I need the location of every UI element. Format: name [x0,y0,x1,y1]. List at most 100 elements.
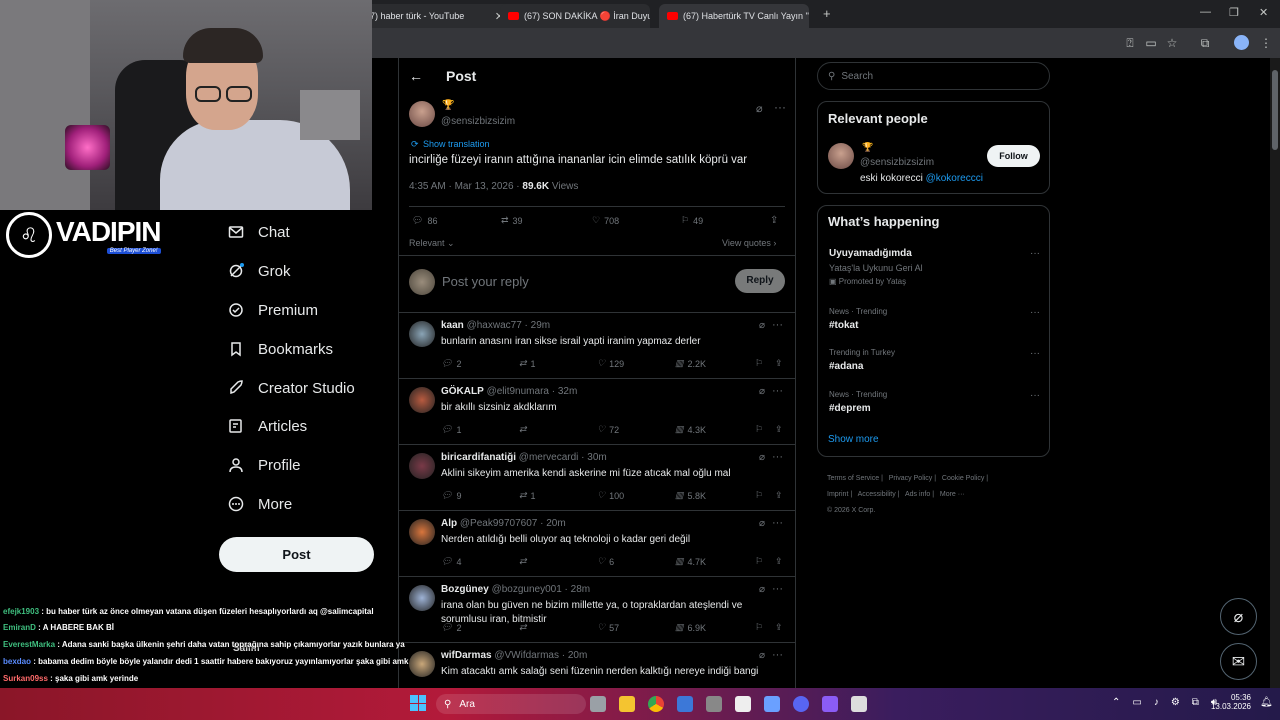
task-view-icon[interactable] [590,696,606,712]
repost-count[interactable]: ⇄ [519,424,597,435]
grok-fab[interactable]: ⌀ [1220,598,1257,635]
browser-menu-icon[interactable]: ⋮ [1257,34,1275,52]
translate-icon[interactable]: ⍰ [1121,34,1139,52]
reply-stat[interactable]: 💬︎ 86 [412,215,437,226]
bookmark-icon[interactable]: ⚐ [755,358,775,369]
footer-link[interactable]: Cookie Policy [942,475,984,482]
like-count[interactable]: ♡ 72 [597,424,675,435]
footer-link[interactable]: More ··· [940,491,965,498]
search-input[interactable]: ⚲ Search [817,62,1050,90]
like-count[interactable]: ♡ 57 [597,622,675,633]
nav-item-grok[interactable]: Grok [228,257,291,285]
bookmark-icon[interactable]: ⚐ [755,622,775,633]
nav-item-bookmarks[interactable]: Bookmarks [228,335,333,363]
reply-item[interactable]: kaan @haxwac77 · 29m ⌀ ··· bunlarin anasını… [399,313,795,379]
taskbar-app-icon[interactable] [822,696,838,712]
nav-item-more[interactable]: More [228,490,292,518]
reply-count[interactable]: 💬︎ 2 [441,358,519,369]
taskbar-app-icon[interactable] [735,696,751,712]
trend-item[interactable]: Trending in Turkey #adana ··· [829,348,1040,372]
bookmark-icon[interactable]: ⚐ [755,424,775,435]
share-icon[interactable]: ⇪ [775,622,783,633]
view-count[interactable]: ▥ 5.8K [675,490,755,501]
reply-author[interactable]: wifDarmas @VWifdarmas · 20m [441,650,587,661]
chrome-icon[interactable] [648,696,664,712]
taskbar-clock[interactable]: 05:36 13.03.2026 [1205,693,1251,711]
view-quotes-link[interactable]: View quotes › [722,238,776,248]
reply-item[interactable]: wifDarmas @VWifdarmas · 20m ⌀ ··· Kim ataca… [399,643,795,688]
footer-link[interactable]: Imprint [827,491,848,498]
footer-link[interactable]: Ads info [905,491,930,498]
bookmark-icon[interactable]: ⚐ [755,490,775,501]
more-options-icon[interactable]: ··· [774,100,786,114]
taskbar-app-icon[interactable] [764,696,780,712]
reply-avatar[interactable] [409,585,435,611]
grok-icon[interactable]: ⌀ [759,650,765,661]
trend-item[interactable]: News · Trending #deprem ··· [829,390,1040,414]
browser-tab[interactable]: (67) SON DAKİKA 🔴 İran Duyur✕ [500,4,650,28]
nav-item-profile[interactable]: Profile [228,451,301,479]
repost-count[interactable]: ⇄ [519,622,597,633]
profile-avatar-icon[interactable] [1234,35,1249,50]
minimize-icon[interactable]: — [1200,6,1211,18]
bookmark-star-icon[interactable]: ☆ [1163,34,1181,52]
more-options-icon[interactable]: ··· [772,385,783,397]
view-count[interactable]: ▥ 2.2K [675,358,755,369]
share-icon[interactable]: ⇪ [775,556,783,567]
more-options-icon[interactable]: ··· [772,451,783,463]
like-count[interactable]: ♡ 6 [597,556,675,567]
like-count[interactable]: ♡ 100 [597,490,675,501]
follow-button[interactable]: Follow [987,145,1040,167]
footer-link[interactable]: Accessibility [858,491,896,498]
repost-count[interactable]: ⇄ 1 [519,358,597,369]
footer-link[interactable]: Terms of Service [827,475,879,482]
notification-bell-icon[interactable]: 🔔︎ [1260,697,1273,708]
sort-dropdown[interactable]: Relevant ⌄ [409,238,455,249]
reply-avatar[interactable] [409,519,435,545]
nav-item-premium[interactable]: Premium [228,296,318,324]
reply-count[interactable]: 💬︎ 1 [441,424,519,435]
bookmark-stat[interactable]: ⚐ 49 [681,215,703,226]
reply-count[interactable]: 💬︎ 2 [441,622,519,633]
cast-icon[interactable]: ▭ [1142,34,1160,52]
grok-icon[interactable]: ⌀ [756,102,763,115]
browser-tab-active[interactable]: (67) Habertürk TV Canlı Yayın ''✕ [659,4,809,28]
person-avatar[interactable] [828,143,854,169]
share-icon[interactable]: ⇪ [775,424,783,435]
share-icon[interactable]: ⇪ [770,215,778,226]
extensions-icon[interactable]: ⧉ [1196,34,1214,52]
grok-icon[interactable]: ⌀ [759,584,765,595]
bookmark-icon[interactable]: ⚐ [755,556,775,567]
reply-author[interactable]: GÖKALP @elit9numara · 32m [441,386,577,397]
reply-count[interactable]: 💬︎ 4 [441,556,519,567]
reply-avatar[interactable] [409,651,435,677]
grok-icon[interactable]: ⌀ [759,452,765,463]
share-icon[interactable]: ⇪ [775,358,783,369]
restore-icon[interactable]: ❐ [1229,6,1239,19]
reply-item[interactable]: biricardifanatiği @mervecardi · 30m ⌀ ··· A… [399,445,795,511]
settings-gear-icon[interactable] [706,696,722,712]
more-options-icon[interactable]: ··· [1030,390,1040,401]
close-window-icon[interactable]: ✕ [1259,6,1268,19]
like-stat[interactable]: ♡ 708 [592,215,619,226]
reply-input[interactable]: Post your reply [442,274,529,289]
share-icon[interactable]: ⇪ [775,490,783,501]
repost-count[interactable]: ⇄ 1 [519,490,597,501]
reply-author[interactable]: biricardifanatiği @mervecardi · 30m [441,452,607,463]
more-options-icon[interactable]: ··· [1030,348,1040,359]
reply-avatar[interactable] [409,321,435,347]
author-handle[interactable]: @sensizbizsizim [441,116,515,127]
reply-avatar[interactable] [409,387,435,413]
more-options-icon[interactable]: ··· [1030,248,1040,259]
grok-icon[interactable]: ⌀ [759,386,765,397]
more-options-icon[interactable]: ··· [772,649,783,661]
scrollbar[interactable] [1270,58,1280,688]
view-count[interactable]: ▥ 4.3K [675,424,755,435]
discord-icon[interactable] [793,696,809,712]
repost-count[interactable]: ⇄ [519,556,597,567]
reply-author[interactable]: kaan @haxwac77 · 29m [441,320,550,331]
reply-author[interactable]: Bozgüney @bozguney001 · 28m [441,584,590,595]
reply-avatar[interactable] [409,453,435,479]
more-options-icon[interactable]: ··· [772,517,783,529]
person-handle[interactable]: @sensizbizsizim [860,157,934,168]
